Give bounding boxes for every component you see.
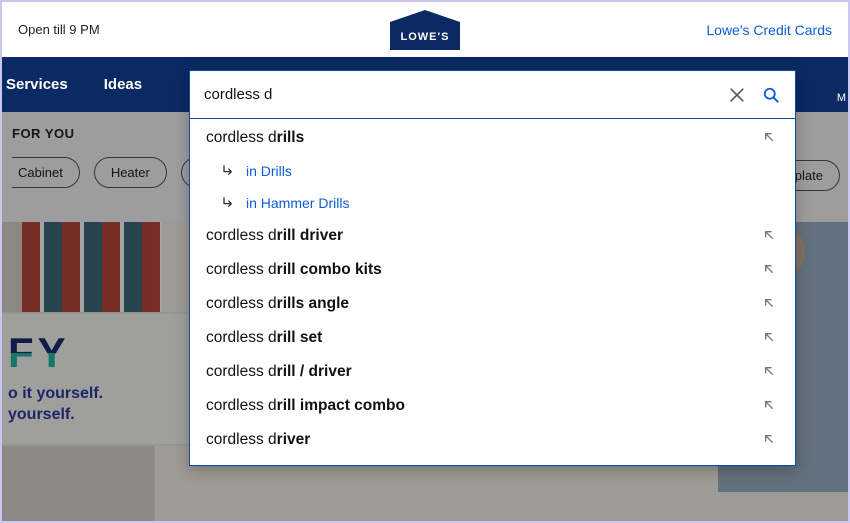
credit-cards-link[interactable]: Lowe's Credit Cards bbox=[706, 22, 832, 38]
search-suggestion[interactable]: cordless drill driver bbox=[190, 219, 795, 253]
autofill-arrow-icon[interactable] bbox=[761, 363, 779, 381]
search-suggestion[interactable]: cordless drills angle bbox=[190, 287, 795, 321]
suggestion-text: in Hammer Drills bbox=[246, 195, 779, 211]
subdirectory-arrow-icon bbox=[220, 195, 236, 211]
suggestion-text: cordless drill driver bbox=[206, 227, 761, 245]
suggestion-text: cordless drill impact combo bbox=[206, 397, 761, 415]
search-suggestions: cordless drills in Drills in Hammer Drills… bbox=[190, 119, 795, 465]
autofill-arrow-icon[interactable] bbox=[761, 129, 779, 147]
autofill-arrow-icon[interactable] bbox=[761, 295, 779, 313]
suggestion-text: cordless drill combo kits bbox=[206, 261, 761, 279]
search-input[interactable] bbox=[204, 86, 717, 103]
autofill-arrow-icon[interactable] bbox=[761, 329, 779, 347]
search-suggestion[interactable]: cordless drill combo kits bbox=[190, 253, 795, 287]
search-icon bbox=[761, 85, 781, 105]
brand-logo[interactable]: LOWE'S bbox=[390, 10, 460, 50]
suggestion-text: cordless drills bbox=[206, 129, 761, 147]
autofill-arrow-icon[interactable] bbox=[761, 261, 779, 279]
search-suggestion-category[interactable]: in Hammer Drills bbox=[190, 187, 795, 219]
search-autocomplete-panel: cordless drills in Drills in Hammer Drills… bbox=[189, 70, 796, 466]
autofill-arrow-icon[interactable] bbox=[761, 227, 779, 245]
suggestion-text: in Drills bbox=[246, 163, 779, 179]
suggestion-text: cordless driver bbox=[206, 431, 761, 449]
utility-bar: Open till 9 PM LOWE'S Lowe's Credit Card… bbox=[2, 2, 848, 57]
search-suggestion[interactable]: cordless driver bbox=[190, 423, 795, 457]
autofill-arrow-icon[interactable] bbox=[761, 431, 779, 449]
search-suggestion[interactable]: cordless drill / driver bbox=[190, 355, 795, 389]
nav-services[interactable]: Services bbox=[6, 76, 68, 93]
close-icon bbox=[727, 85, 747, 105]
autofill-arrow-icon[interactable] bbox=[761, 397, 779, 415]
clear-search-button[interactable] bbox=[723, 81, 751, 109]
search-suggestion[interactable]: cordless drill impact combo bbox=[190, 389, 795, 423]
suggestion-text: cordless drill set bbox=[206, 329, 761, 347]
search-suggestion[interactable]: cordless drill set bbox=[190, 321, 795, 355]
nav-ideas[interactable]: Ideas bbox=[104, 76, 142, 93]
search-bar bbox=[190, 71, 795, 119]
suggestion-text: cordless drills angle bbox=[206, 295, 761, 313]
submit-search-button[interactable] bbox=[757, 81, 785, 109]
store-hours[interactable]: Open till 9 PM bbox=[18, 22, 100, 37]
search-suggestion[interactable]: cordless drills bbox=[190, 121, 795, 155]
svg-text:LOWE'S: LOWE'S bbox=[401, 31, 450, 43]
suggestion-text: cordless drill / driver bbox=[206, 363, 761, 381]
subdirectory-arrow-icon bbox=[220, 163, 236, 179]
nav-truncated-indicator: M bbox=[837, 92, 846, 104]
search-suggestion-category[interactable]: in Drills bbox=[190, 155, 795, 187]
